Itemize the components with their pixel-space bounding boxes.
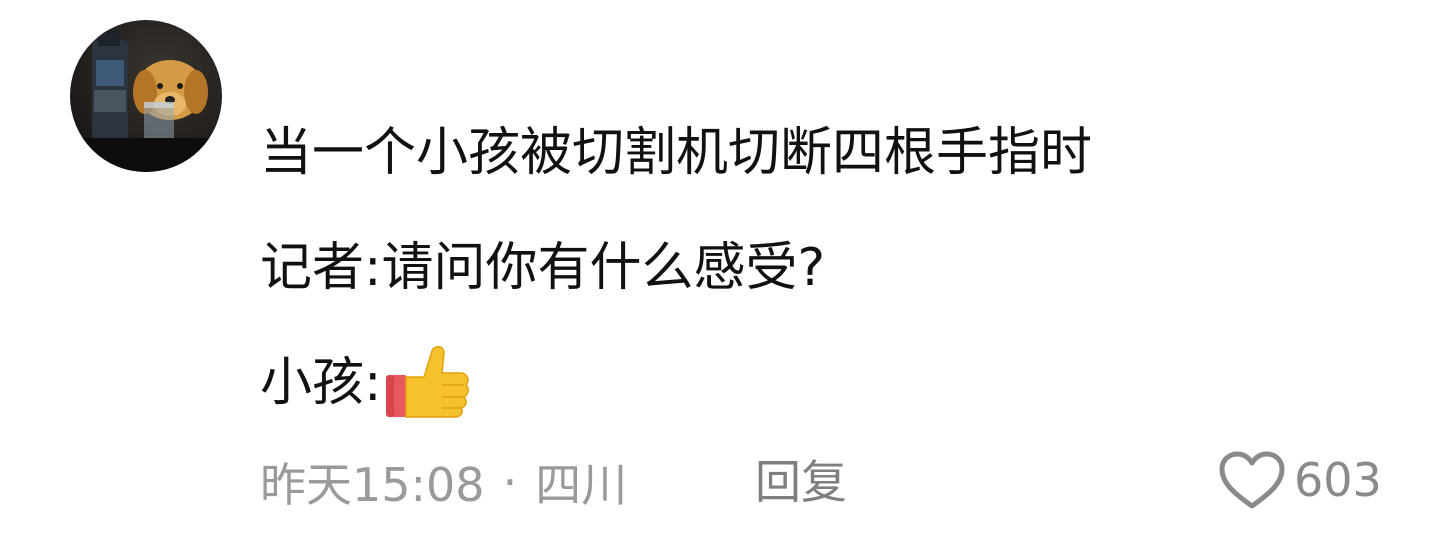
- like-button[interactable]: 603: [1218, 448, 1382, 512]
- like-count: 603: [1294, 453, 1382, 507]
- comment-line-3-text: 小孩:: [260, 353, 382, 413]
- thumbs-up-icon: [384, 345, 470, 421]
- heart-icon: [1219, 451, 1285, 509]
- meta-separator: ·: [502, 455, 518, 509]
- avatar[interactable]: [70, 20, 222, 172]
- dog-with-bottle-avatar-icon: [70, 20, 222, 172]
- comment-line-3: 小孩:: [260, 346, 470, 418]
- comment-meta: 昨天15:08 · 四川: [260, 452, 627, 512]
- comment-line-1: 当一个小孩被切割机切断四根手指时: [260, 123, 1093, 183]
- comment-location: 四川: [535, 458, 628, 512]
- reply-button[interactable]: 回复: [755, 452, 847, 512]
- comment-timestamp: 昨天15:08: [260, 458, 485, 512]
- comment-line-2: 记者:请问你有什么感受?: [260, 238, 826, 298]
